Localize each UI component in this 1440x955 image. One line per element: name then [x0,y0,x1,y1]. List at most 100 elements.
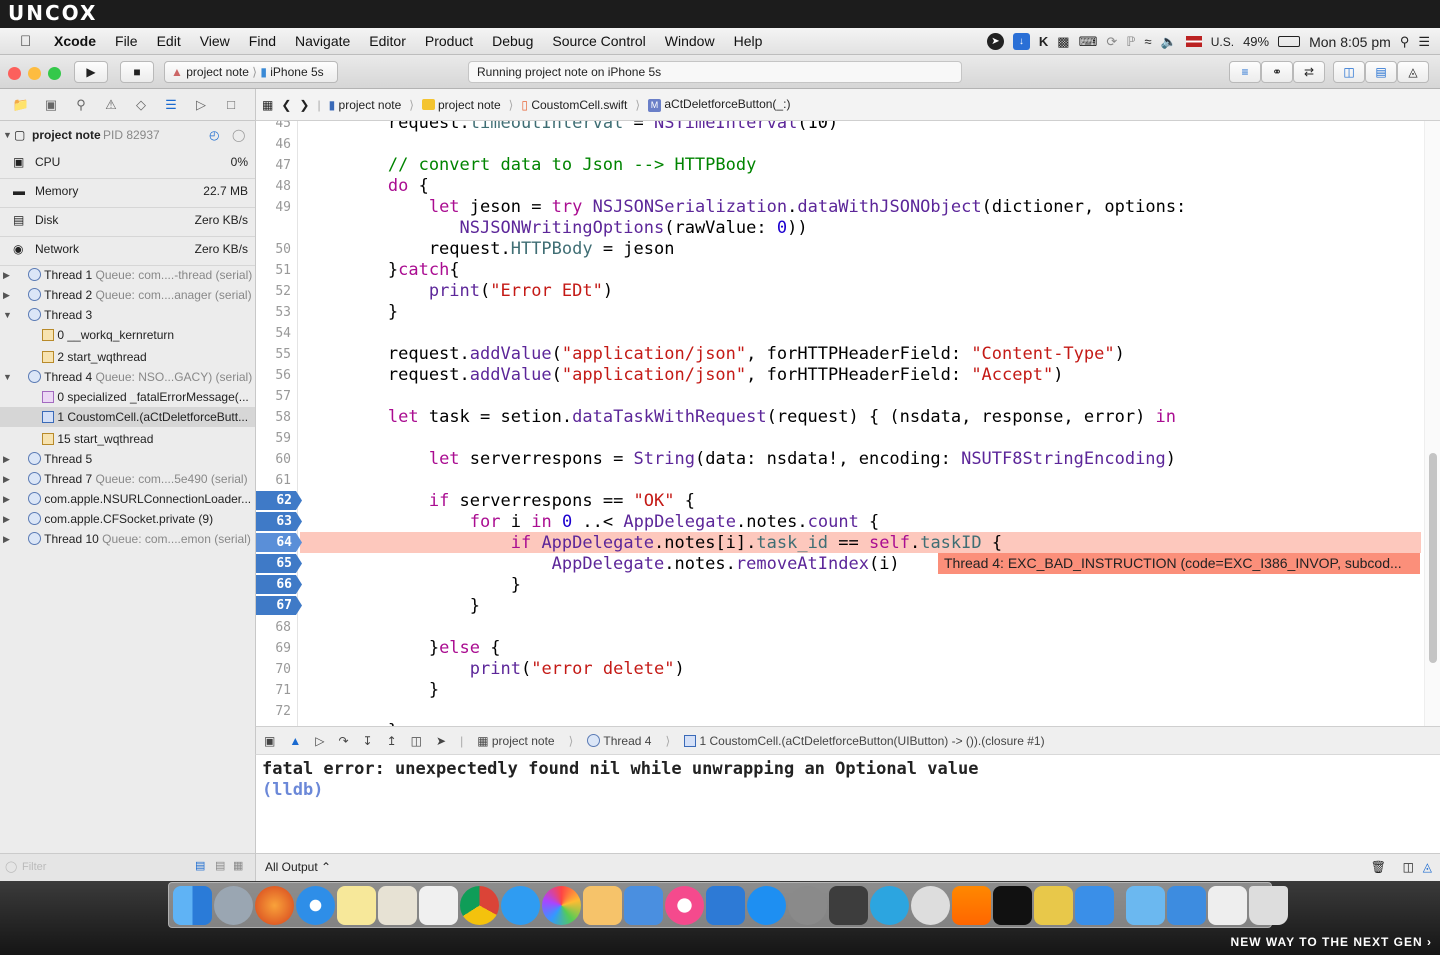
disclosure-closed-icon[interactable]: ▶ [3,469,10,489]
menu-navigate[interactable]: Navigate [295,33,350,49]
java-icon[interactable] [419,885,458,925]
stack-frame-row-selected[interactable]: 1 CoustomCell.(aCtDeletforceButt... [0,407,255,427]
lldb-prompt[interactable]: (lldb) [262,780,1434,801]
thread-row[interactable]: ▼ Thread 4 Queue: NSO...GACY) (serial) [0,367,255,387]
thread-row[interactable]: ▶ Thread 5 [0,449,255,469]
downloads-folder-icon[interactable] [1167,885,1206,925]
filter-option-icon[interactable]: ▦ [233,859,243,872]
disclosure-closed-icon[interactable]: ▶ [3,285,10,305]
filter-option-icon[interactable]: ▤ [215,859,225,872]
messages-icon[interactable] [501,885,540,925]
standard-editor-button[interactable]: ≡ [1229,61,1261,83]
debug-crumb-thread[interactable]: Thread 4 [587,733,651,748]
issue-navigator-icon[interactable]: ⚠ [102,97,120,113]
thread-row[interactable]: ▶ com.apple.CFSocket.private (9) [0,509,255,529]
stack-frame-row[interactable]: 2 start_wqthread [0,347,255,367]
find-navigator-icon[interactable]: ⚲ [72,97,90,113]
menu-find[interactable]: Find [249,33,276,49]
chrome-icon[interactable] [460,885,499,925]
code-line[interactable]: request.HTTPBody = jeson [306,239,675,260]
disclosure-open-icon[interactable]: ▼ [3,305,12,325]
forward-icon[interactable]: ❯ [299,98,309,112]
gauge-disk[interactable]: ▤ Disk Zero KB/s [0,208,255,237]
code-line[interactable]: print("error delete") [306,659,685,680]
jump-method[interactable]: M aCtDeletforceButton(_:) [648,97,790,112]
code-line[interactable]: do { [306,176,429,197]
bluetooth-icon[interactable]: ℙ [1126,34,1135,50]
menu-app-xcode[interactable]: Xcode [54,33,96,49]
sublime-text-icon[interactable] [829,885,868,925]
process-status-icon[interactable]: ◴ [209,124,219,146]
disclosure-closed-icon[interactable]: ▶ [3,489,10,509]
test-navigator-icon[interactable]: ◇ [132,97,150,113]
related-items-icon[interactable]: ▦ [262,98,273,112]
view-hierarchy-icon[interactable]: ◫ [411,734,422,748]
project-navigator-icon[interactable]: 📁 [12,97,30,113]
toggle-debug-area-button[interactable]: ▤ [1365,61,1397,83]
disclosure-open-icon[interactable]: ▼ [3,367,12,387]
code-line[interactable]: } [306,302,398,323]
code-line[interactable]: AppDelegate.notes.removeAtIndex(i) [306,554,900,575]
time-machine-icon[interactable]: ⟳ [1106,34,1117,50]
report-navigator-icon[interactable]: □ [222,97,240,112]
gauge-network[interactable]: ◉ Network Zero KB/s [0,237,255,266]
code-line[interactable]: let jeson = try NSJSONSerialization.data… [306,197,1186,218]
code-line[interactable]: request.timeoutInterval = NSTimeInterval… [306,121,838,134]
run-button[interactable]: ▶ [74,61,108,83]
toggle-navigator-button[interactable]: ◫ [1333,61,1365,83]
breakpoint-navigator-icon[interactable]: ▷ [192,97,210,113]
line-gutter[interactable]: 45 46 47 48 49 50 51 52 53 54 55 56 57 5… [256,121,302,726]
clock[interactable]: Mon 8:05 pm [1309,34,1391,50]
code-line[interactable]: } [306,680,439,701]
menu-editor[interactable]: Editor [369,33,406,49]
jump-group[interactable]: project note [421,98,501,112]
close-window-button[interactable] [8,67,21,80]
stack-frame-row[interactable]: 15 start_wqthread [0,429,255,449]
code-line[interactable]: }catch{ [306,260,460,281]
xcode-icon[interactable] [706,885,745,925]
hide-debug-area-icon[interactable]: ▣ [264,734,275,748]
gauge-cpu[interactable]: ▣ CPU 0% [0,150,255,179]
menu-edit[interactable]: Edit [157,33,181,49]
code-line[interactable]: print("Error EDt") [306,281,613,302]
thread-row[interactable]: ▶ Thread 2 Queue: com....anager (serial) [0,285,255,305]
continue-icon[interactable]: ▷ [315,734,324,748]
error-annotation[interactable]: Thread 4: EXC_BAD_INSTRUCTION (code=EXC_… [938,553,1420,574]
back-icon[interactable]: ❮ [281,98,291,112]
filter-option-icon[interactable]: ▤ [195,859,205,872]
disclosure-closed-icon[interactable]: ▶ [3,529,10,549]
menu-source-control[interactable]: Source Control [552,33,645,49]
thread-row[interactable]: ▶ Thread 1 Queue: com....-thread (serial… [0,265,255,285]
code-line[interactable]: } [306,575,521,596]
zoom-window-button[interactable] [48,67,61,80]
apple-menu-icon[interactable]:  [20,33,36,50]
menu-product[interactable]: Product [425,33,473,49]
code-line[interactable]: } [306,596,480,617]
sequel-pro-icon[interactable] [911,885,950,925]
stack-frame-row[interactable]: 0 __workq_kernreturn [0,325,255,345]
documents-stack-icon[interactable] [1208,885,1247,925]
notes-icon[interactable] [337,885,376,925]
menu-window[interactable]: Window [665,33,715,49]
jump-file[interactable]: ▯ CoustomCell.swift [521,98,627,112]
step-into-icon[interactable]: ↧ [363,734,373,748]
wifi-icon[interactable]: ≈ [1144,34,1151,49]
scheme-selector[interactable]: ▲ project note ⟩ ▮ iPhone 5s [164,61,338,83]
breakpoint-marker[interactable]: 65 [256,554,302,573]
symbol-navigator-icon[interactable]: ▣ [42,97,60,113]
source-editor[interactable]: 45 46 47 48 49 50 51 52 53 54 55 56 57 5… [255,121,1440,726]
menu-view[interactable]: View [200,33,230,49]
code-line[interactable]: request.addValue("application/json", for… [306,365,1064,386]
thread-row[interactable]: ▶ Thread 7 Queue: com....5e490 (serial) [0,469,255,489]
pages-icon[interactable] [583,885,622,925]
spotlight-icon[interactable]: ⚲ [1400,34,1410,50]
version-editor-button[interactable]: ⇄ [1293,61,1325,83]
step-out-icon[interactable]: ↥ [387,734,397,748]
download-status-icon[interactable]: ↓ [1012,33,1030,50]
breakpoint-marker[interactable]: 66 [256,575,302,594]
applications-folder-icon[interactable] [1126,885,1165,925]
output-filter-select[interactable]: All Output ⌃ [265,860,331,874]
debug-navigator-icon[interactable]: ☰ [162,97,180,113]
thread-row[interactable]: ▶ Thread 10 Queue: com....emon (serial) [0,529,255,549]
breakpoint-marker[interactable]: 63 [256,512,302,531]
